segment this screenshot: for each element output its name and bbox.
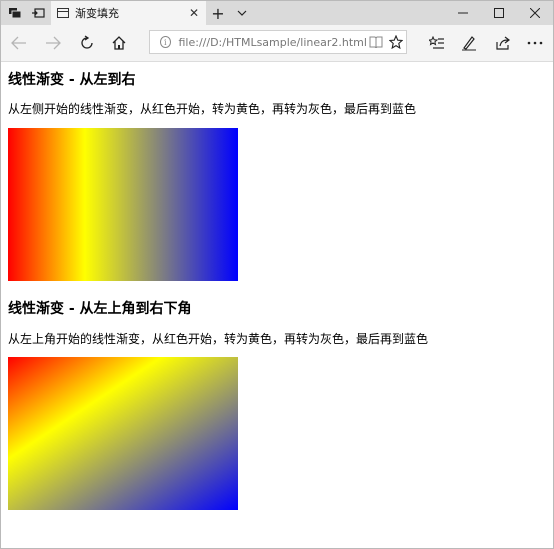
gradient-left-to-right	[8, 128, 238, 281]
forward-arrow-icon[interactable]	[41, 31, 65, 55]
tab-title: 渐变填充	[75, 7, 119, 20]
tab-active[interactable]: 渐变填充 ✕	[51, 1, 206, 25]
page-icon	[57, 8, 69, 18]
title-bar: 渐变填充 ✕ +	[1, 1, 553, 25]
share-icon[interactable]	[491, 31, 515, 55]
refresh-icon[interactable]	[75, 31, 99, 55]
browser-window: 渐变填充 ✕ + i file:///D:/HTMLsample/linear2…	[0, 0, 554, 549]
address-bar[interactable]: i file:///D:/HTMLsample/linear2.html	[149, 30, 407, 54]
close-window-button[interactable]	[517, 1, 553, 25]
minimize-button[interactable]	[445, 1, 481, 25]
navigation-bar: i file:///D:/HTMLsample/linear2.html	[1, 25, 553, 62]
tab-preview-icon[interactable]	[5, 1, 25, 25]
section1-description: 从左侧开始的线性渐变，从红色开始，转为黄色，再转为灰色，最后再到蓝色	[8, 102, 417, 116]
home-icon[interactable]	[107, 31, 131, 55]
reading-view-icon[interactable]	[367, 36, 386, 48]
section2-heading: 线性渐变 - 从左上角到右下角	[8, 301, 192, 317]
more-icon[interactable]	[523, 31, 547, 55]
favorites-list-icon[interactable]	[425, 31, 449, 55]
pen-icon[interactable]	[457, 31, 481, 55]
tab-close-icon[interactable]: ✕	[186, 6, 202, 20]
info-icon[interactable]: i	[160, 36, 171, 48]
tab-list-chevron-icon[interactable]	[233, 1, 251, 25]
back-arrow-icon[interactable]	[7, 31, 31, 55]
section1-heading: 线性渐变 - 从左到右	[8, 72, 136, 88]
star-icon[interactable]	[386, 35, 406, 49]
set-aside-tabs-icon[interactable]	[28, 1, 48, 25]
gradient-top-left-to-bottom-right	[8, 357, 238, 510]
maximize-button[interactable]	[481, 1, 517, 25]
page-content: 线性渐变 - 从左到右 从左侧开始的线性渐变，从红色开始，转为黄色，再转为灰色，…	[1, 62, 553, 548]
section2-description: 从左上角开始的线性渐变，从红色开始，转为黄色，再转为灰色，最后再到蓝色	[8, 332, 429, 346]
address-url[interactable]: file:///D:/HTMLsample/linear2.html	[179, 36, 367, 49]
new-tab-button[interactable]: +	[209, 1, 227, 25]
